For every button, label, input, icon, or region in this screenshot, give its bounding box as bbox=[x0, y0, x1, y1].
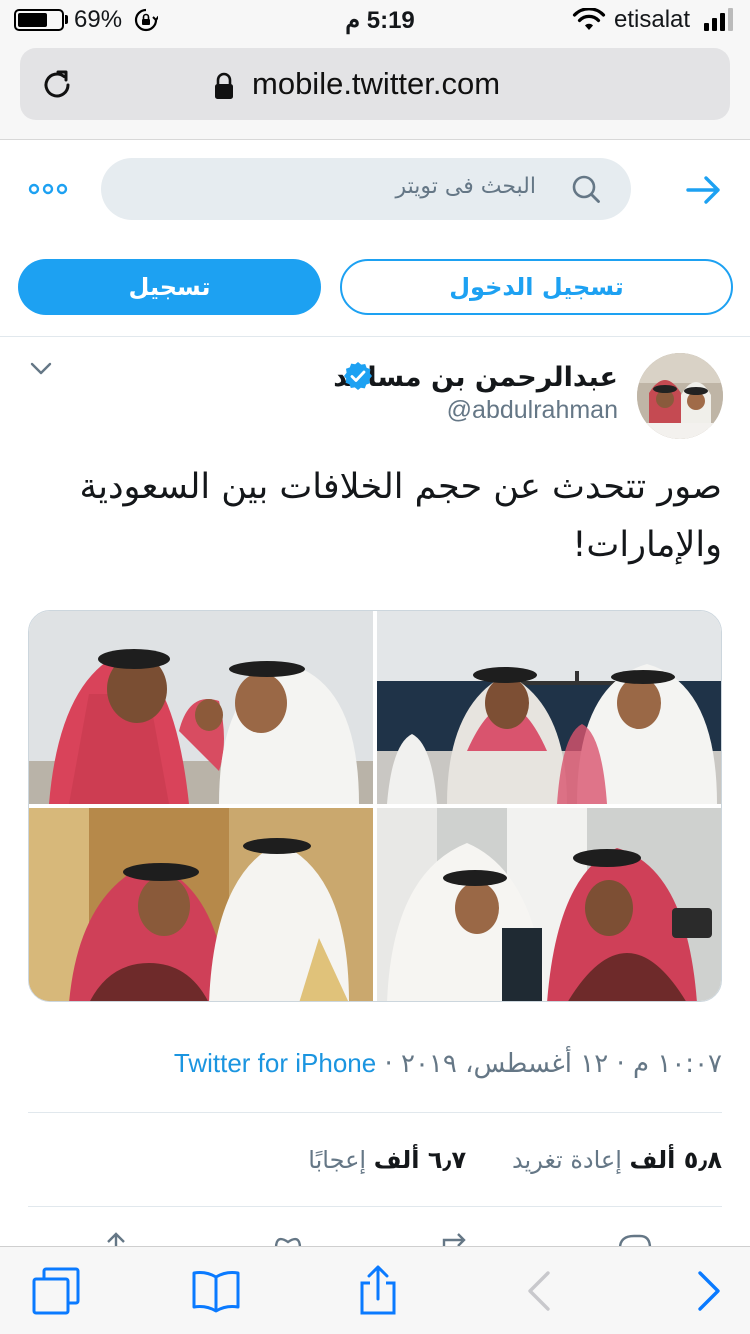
address-bar[interactable]: mobile.twitter.com bbox=[20, 48, 730, 120]
tweet-source-link[interactable]: Twitter for iPhone bbox=[174, 1048, 376, 1078]
divider bbox=[28, 1206, 722, 1207]
battery-percent: 69% bbox=[74, 6, 123, 33]
rotation-lock-icon bbox=[134, 8, 158, 32]
lock-icon bbox=[215, 72, 233, 99]
safari-toolbar bbox=[0, 1246, 750, 1334]
back-icon[interactable] bbox=[512, 1265, 564, 1317]
tweet-photo-1[interactable] bbox=[29, 611, 373, 804]
bookmarks-icon[interactable] bbox=[190, 1265, 242, 1317]
tweet-photo-4[interactable] bbox=[377, 808, 721, 1001]
retweets-label: إعادة تغريد bbox=[511, 1146, 622, 1174]
search-placeholder: البحث فى تويتر bbox=[395, 174, 537, 199]
search-icon bbox=[572, 175, 600, 203]
signal-icon bbox=[704, 8, 733, 31]
tweet-photo-2[interactable] bbox=[377, 611, 721, 804]
avatar-photo bbox=[637, 353, 723, 439]
more-options-icon[interactable] bbox=[28, 183, 68, 195]
share-icon[interactable] bbox=[352, 1265, 404, 1317]
back-arrow-icon[interactable] bbox=[686, 175, 722, 205]
tweet-stats: ٥٫٨ ألف إعادة تغريد ٦٫٧ ألف إعجابًا bbox=[308, 1146, 722, 1174]
forward-icon[interactable] bbox=[684, 1265, 736, 1317]
tweet-photo-3[interactable] bbox=[29, 808, 373, 1001]
tweet-meta: ١٠:٠٧ م · ١٢ أغسطس، ٢٠١٩ · Twitter for i… bbox=[174, 1048, 722, 1079]
chevron-down-icon[interactable] bbox=[30, 362, 52, 376]
reload-icon[interactable] bbox=[40, 68, 74, 102]
battery-icon bbox=[14, 9, 64, 31]
twitter-header: البحث فى تويتر تسجيل تسجيل الدخول bbox=[0, 141, 750, 337]
likes-label: إعجابًا bbox=[308, 1146, 367, 1174]
divider bbox=[28, 1112, 722, 1113]
avatar[interactable] bbox=[637, 353, 723, 439]
tabs-icon[interactable] bbox=[30, 1265, 82, 1317]
status-time: 5:19 م bbox=[345, 7, 415, 34]
tweet-text: صور تتحدث عن حجم الخلافات بين السعودية و… bbox=[79, 467, 722, 565]
battery-tip bbox=[65, 15, 68, 24]
signup-button[interactable]: تسجيل bbox=[18, 259, 321, 315]
search-input[interactable]: البحث فى تويتر bbox=[101, 158, 631, 220]
battery-fill bbox=[18, 13, 47, 27]
author-handle[interactable]: @abdulrahman bbox=[447, 396, 618, 425]
wifi-icon bbox=[572, 8, 606, 30]
status-bar: 69% 5:19 م etisalat bbox=[0, 0, 750, 40]
carrier-name: etisalat bbox=[614, 6, 691, 33]
tweet-media-grid[interactable] bbox=[28, 610, 722, 1002]
url-text[interactable]: mobile.twitter.com bbox=[252, 66, 500, 102]
retweets-count: ٥٫٨ ألف bbox=[629, 1146, 722, 1174]
likes-count: ٦٫٧ ألف bbox=[373, 1146, 467, 1174]
verified-badge-icon bbox=[344, 362, 372, 390]
author-name[interactable]: عبدالرحمن بن مساعد bbox=[333, 362, 618, 393]
tweet-timestamp: ١٠:٠٧ م · ١٢ أغسطس، ٢٠١٩ · bbox=[384, 1049, 722, 1079]
login-button[interactable]: تسجيل الدخول bbox=[340, 259, 733, 315]
retweets-stat[interactable]: ٥٫٨ ألف إعادة تغريد bbox=[512, 1146, 722, 1174]
likes-stat[interactable]: ٦٫٧ ألف إعجابًا bbox=[308, 1146, 466, 1174]
browser-address-area: mobile.twitter.com bbox=[0, 40, 750, 140]
